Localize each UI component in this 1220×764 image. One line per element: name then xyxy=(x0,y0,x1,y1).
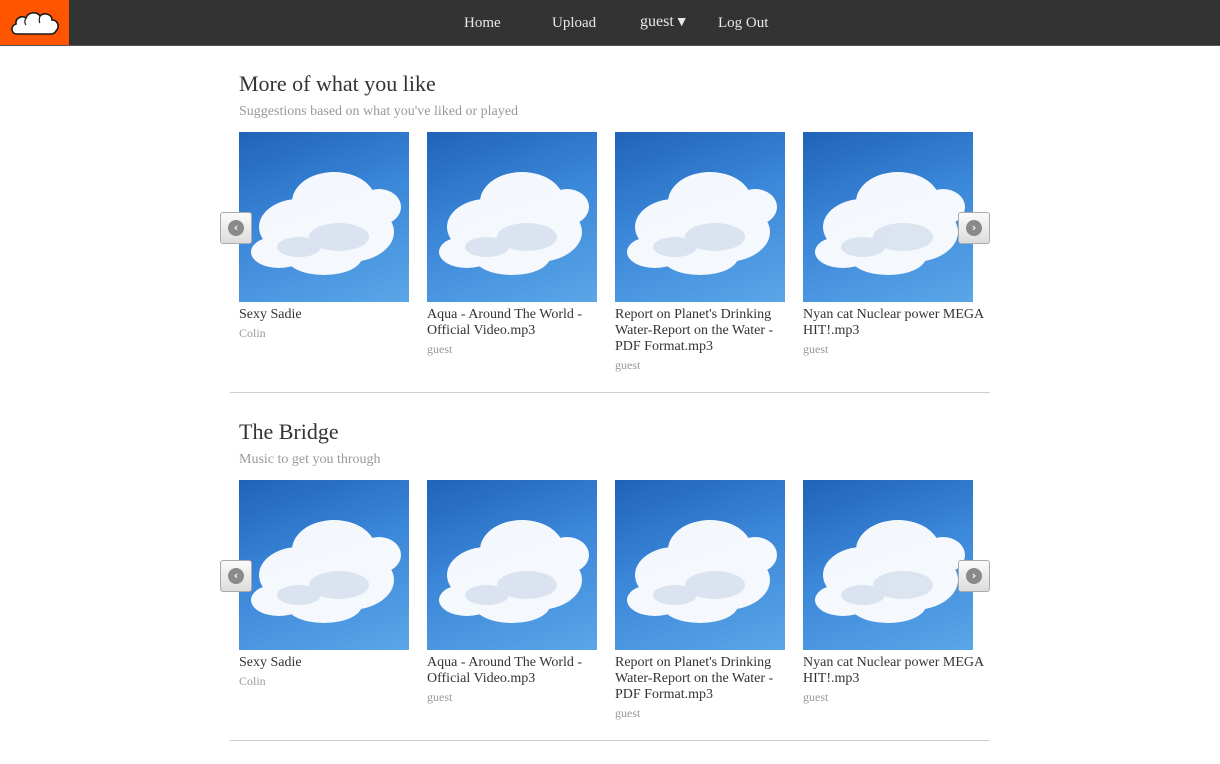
track-artwork[interactable] xyxy=(239,480,409,650)
section-divider xyxy=(230,392,990,393)
cloud-sky-artwork xyxy=(251,172,401,275)
logo[interactable] xyxy=(0,0,69,45)
chevron-left-circle-icon: ‹ xyxy=(228,568,244,584)
section-subtitle: Suggestions based on what you've liked o… xyxy=(239,104,518,119)
track-user[interactable]: guest xyxy=(615,706,801,720)
track-artwork[interactable] xyxy=(615,132,785,302)
track-user[interactable]: Colin xyxy=(239,326,425,340)
track-user[interactable]: Colin xyxy=(239,674,425,688)
section-more-of-what-you-like: More of what you like Suggestions based … xyxy=(220,70,990,395)
carousel-next-button[interactable]: › xyxy=(958,212,990,244)
track-title[interactable]: Report on Planet's Drinking Water-Report… xyxy=(615,307,801,355)
nav-upload-link[interactable]: Upload xyxy=(552,14,596,32)
track-card[interactable]: Sexy Sadie Colin xyxy=(239,480,425,688)
track-title[interactable]: Nyan cat Nuclear power MEGA HIT!.mp3 xyxy=(803,307,989,339)
track-card[interactable]: Aqua - Around The World - Official Video… xyxy=(427,132,613,356)
track-artwork[interactable] xyxy=(427,132,597,302)
track-artwork[interactable] xyxy=(803,132,973,302)
section-the-bridge: The Bridge Music to get you through Sexy… xyxy=(220,418,990,743)
track-user[interactable]: guest xyxy=(615,358,801,372)
cloud-sky-artwork xyxy=(251,520,401,623)
track-artwork[interactable] xyxy=(239,132,409,302)
track-artwork[interactable] xyxy=(427,480,597,650)
track-user[interactable]: guest xyxy=(803,342,989,356)
track-title[interactable]: Sexy Sadie xyxy=(239,655,425,671)
section-subtitle: Music to get you through xyxy=(239,452,381,467)
nav-logout-link[interactable]: Log Out xyxy=(718,14,768,32)
carousel-prev-button[interactable]: ‹ xyxy=(220,560,252,592)
track-title[interactable]: Aqua - Around The World - Official Video… xyxy=(427,307,613,339)
cloud-sky-artwork xyxy=(439,520,589,623)
track-user[interactable]: guest xyxy=(427,690,613,704)
top-navbar: Home Upload guest▼ Log Out xyxy=(0,0,1220,46)
chevron-left-circle-icon: ‹ xyxy=(228,220,244,236)
nav-home-link[interactable]: Home xyxy=(464,14,501,32)
chevron-right-circle-icon: › xyxy=(966,568,982,584)
track-card[interactable]: Aqua - Around The World - Official Video… xyxy=(427,480,613,704)
track-title[interactable]: Sexy Sadie xyxy=(239,307,425,323)
chevron-right-circle-icon: › xyxy=(966,220,982,236)
carousel-next-button[interactable]: › xyxy=(958,560,990,592)
track-card[interactable]: Nyan cat Nuclear power MEGA HIT!.mp3 gue… xyxy=(803,132,989,356)
carousel-prev-button[interactable]: ‹ xyxy=(220,212,252,244)
track-card[interactable]: Nyan cat Nuclear power MEGA HIT!.mp3 gue… xyxy=(803,480,989,704)
track-artwork[interactable] xyxy=(803,480,973,650)
section-title: The Bridge xyxy=(239,419,339,444)
user-menu-label: guest xyxy=(640,13,674,30)
cloud-sky-artwork xyxy=(627,520,777,623)
caret-down-icon: ▼ xyxy=(674,15,689,30)
track-card[interactable]: Sexy Sadie Colin xyxy=(239,132,425,340)
cloud-logo-icon xyxy=(10,11,59,35)
track-title[interactable]: Aqua - Around The World - Official Video… xyxy=(427,655,613,687)
track-title[interactable]: Nyan cat Nuclear power MEGA HIT!.mp3 xyxy=(803,655,989,687)
track-artwork[interactable] xyxy=(615,480,785,650)
cloud-sky-artwork xyxy=(439,172,589,275)
user-menu-dropdown[interactable]: guest▼ xyxy=(640,13,689,32)
track-user[interactable]: guest xyxy=(427,342,613,356)
cloud-sky-artwork xyxy=(815,520,965,623)
track-card[interactable]: Report on Planet's Drinking Water-Report… xyxy=(615,480,801,720)
track-card[interactable]: Report on Planet's Drinking Water-Report… xyxy=(615,132,801,372)
track-title[interactable]: Report on Planet's Drinking Water-Report… xyxy=(615,655,801,703)
section-title: More of what you like xyxy=(239,71,436,96)
section-divider xyxy=(230,740,990,741)
track-user[interactable]: guest xyxy=(803,690,989,704)
cloud-sky-artwork xyxy=(627,172,777,275)
cloud-sky-artwork xyxy=(815,172,965,275)
